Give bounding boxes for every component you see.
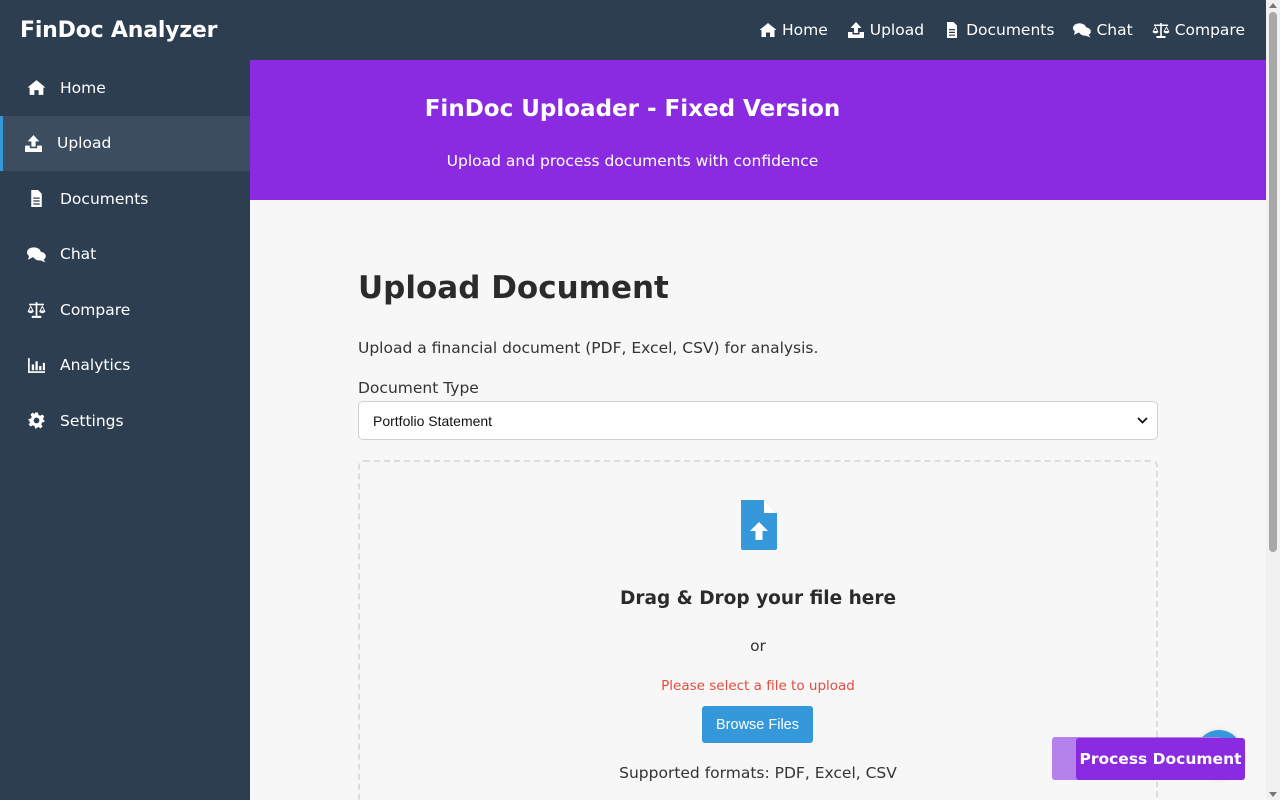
sidebar-item-settings[interactable]: Settings (0, 393, 250, 449)
sidebar-item-documents[interactable]: Documents (0, 171, 250, 227)
sidebar-item-chat[interactable]: Chat (0, 227, 250, 283)
file-upload-icon (741, 500, 777, 550)
gear-icon (27, 412, 45, 429)
document-icon (947, 22, 958, 38)
file-dropzone[interactable]: Drag & Drop your file here or Please sel… (358, 460, 1158, 800)
sidebar-item-home[interactable]: Home (0, 60, 250, 116)
hero-title: FinDoc Uploader - Fixed Version (424, 96, 841, 122)
upload-icon (847, 22, 864, 38)
process-document-button[interactable]: Process Document (1076, 738, 1245, 780)
scale-icon (27, 302, 45, 319)
browse-files-button[interactable]: Browse Files (702, 706, 813, 743)
sidebar-item-upload[interactable]: Upload (0, 115, 250, 171)
supported-formats: Supported formats: PDF, Excel, CSV (619, 764, 897, 782)
topnav-chat[interactable]: Chat (1073, 21, 1133, 39)
hero-subtitle: Upload and process documents with confid… (446, 152, 819, 170)
topnav-compare[interactable]: Compare (1152, 21, 1245, 39)
page-description: Upload a financial document (PDF, Excel,… (358, 339, 819, 357)
hero-banner: FinDoc Uploader - Fixed Version Upload a… (250, 60, 1266, 200)
topnav-home-label: Home (781, 21, 828, 39)
home-icon (27, 80, 45, 96)
dropzone-title: Drag & Drop your file here (619, 588, 897, 609)
chat-icon (1073, 23, 1092, 38)
document-icon (30, 190, 42, 208)
topnav-compare-label: Compare (1174, 21, 1245, 39)
topnav-documents-label: Documents (966, 21, 1055, 39)
chat-icon (26, 247, 46, 263)
sidebar-item-label: Analytics (60, 356, 131, 375)
sidebar: Home Upload Documents Chat Compare Analy… (0, 60, 250, 800)
topnav-upload[interactable]: Upload (847, 21, 924, 39)
scrollbar-thumb[interactable] (1269, 12, 1277, 552)
topnav-chat-label: Chat (1096, 21, 1133, 39)
sidebar-item-label: Chat (60, 245, 97, 264)
home-icon (759, 23, 777, 37)
page-title: Upload Document (358, 270, 669, 306)
page-scrollbar[interactable] (1266, 0, 1280, 800)
document-type-value: Portfolio Statement (373, 412, 493, 429)
dropzone-or: or (750, 637, 766, 655)
app-brand[interactable]: FinDoc Analyzer (20, 18, 218, 43)
document-type-label: Document Type (358, 379, 479, 397)
top-nav-links: Home Upload Documents Chat Compare (759, 21, 1245, 39)
top-navbar: FinDoc Analyzer Home Upload Documents Ch… (0, 0, 1266, 60)
chevron-down-icon (1137, 417, 1148, 424)
sidebar-item-analytics[interactable]: Analytics (0, 338, 250, 394)
sidebar-item-label: Settings (60, 411, 124, 430)
chart-icon (27, 357, 45, 373)
document-type-select[interactable]: Portfolio Statement (358, 401, 1158, 440)
file-error-message: Please select a file to upload (661, 678, 855, 694)
process-document-label: Process Document (1079, 750, 1242, 768)
scroll-down-arrow-icon[interactable] (1269, 792, 1277, 797)
sidebar-item-label: Upload (57, 134, 112, 153)
sidebar-item-label: Documents (60, 189, 149, 208)
topnav-home[interactable]: Home (759, 21, 828, 39)
sidebar-item-label: Compare (60, 300, 131, 319)
topnav-documents[interactable]: Documents (943, 21, 1054, 39)
scroll-up-arrow-icon[interactable] (1269, 3, 1277, 8)
sidebar-item-label: Home (60, 78, 106, 97)
upload-icon (24, 134, 42, 152)
topnav-upload-label: Upload (869, 21, 925, 39)
scale-icon (1152, 23, 1170, 38)
sidebar-item-compare[interactable]: Compare (0, 282, 250, 338)
main-content: Upload Document Upload a financial docum… (250, 200, 1266, 800)
